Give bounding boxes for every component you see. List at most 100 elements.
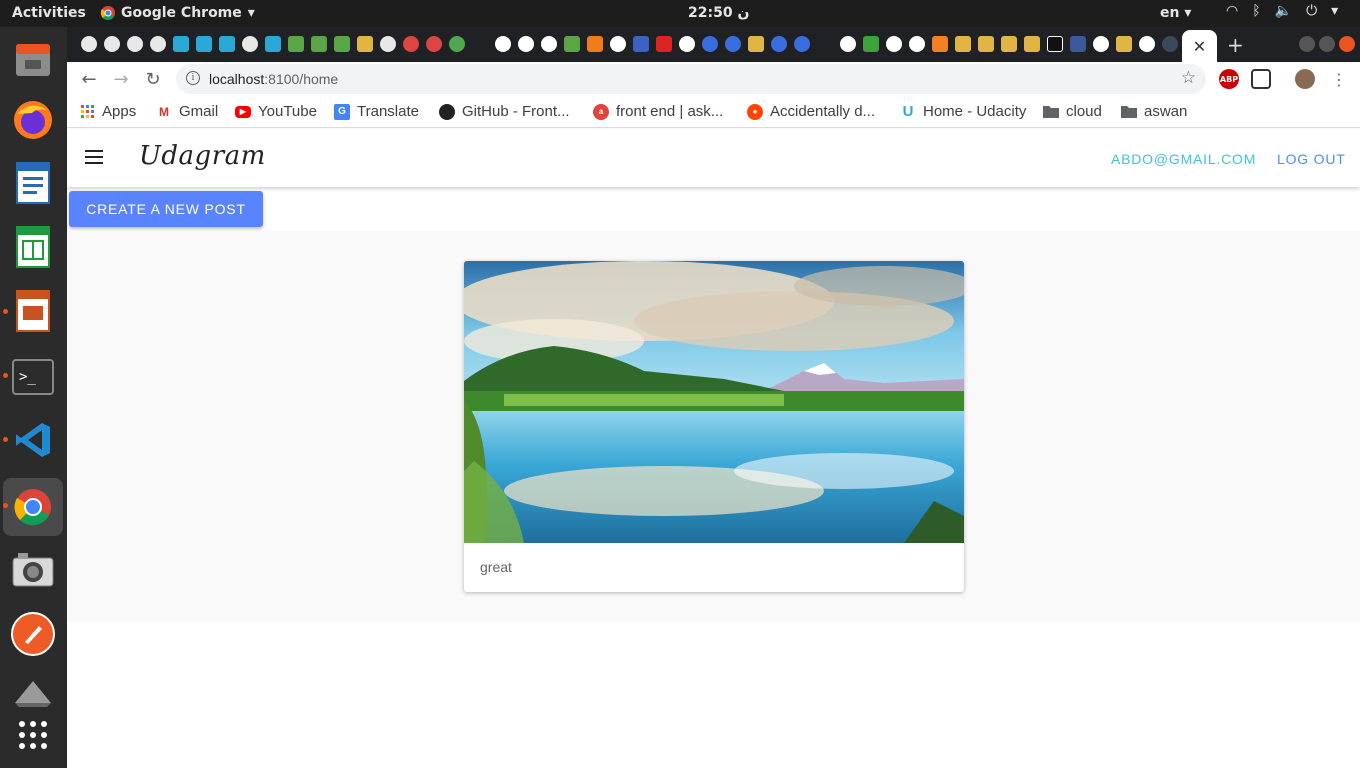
more-menu-icon[interactable]: ⋮ <box>1327 67 1351 91</box>
tab-favicon[interactable] <box>748 36 764 52</box>
tab-kubernetes-icon[interactable] <box>794 36 810 52</box>
tab-favicon[interactable] <box>449 36 465 52</box>
bookmark-gmail[interactable]: M Gmail <box>156 103 218 120</box>
create-post-button[interactable]: CREATE A NEW POST <box>69 191 263 227</box>
user-email-button[interactable]: ABDO@GMAIL.COM <box>1111 151 1256 167</box>
tab-github-icon[interactable] <box>150 36 166 52</box>
hamburger-menu-icon[interactable] <box>85 150 105 166</box>
tab-udacity-icon[interactable] <box>265 36 281 52</box>
minimize-icon[interactable] <box>1299 36 1315 52</box>
tab-favicon[interactable] <box>587 36 603 52</box>
impress-icon[interactable] <box>10 288 56 334</box>
profile-avatar[interactable] <box>1295 69 1315 89</box>
new-tab-button[interactable]: + <box>1227 33 1244 57</box>
tab-favicon[interactable] <box>1024 36 1040 52</box>
address-bar[interactable]: i localhost:8100/home ☆ <box>176 64 1206 94</box>
tab-google-icon[interactable] <box>840 36 856 52</box>
tab-favicon[interactable] <box>403 36 419 52</box>
tab-kubernetes-icon[interactable] <box>725 36 741 52</box>
tab-favicon[interactable] <box>357 36 373 52</box>
tab-github-icon[interactable] <box>242 36 258 52</box>
bookmark-folder-aswan[interactable]: aswan <box>1121 103 1187 120</box>
tab-github-icon[interactable] <box>104 36 120 52</box>
clock[interactable]: ن 22:50 <box>688 5 749 21</box>
tab-medium-icon[interactable] <box>1047 36 1063 52</box>
url-text: localhost:8100/home <box>209 71 339 87</box>
tab-stackoverflow-icon[interactable] <box>932 36 948 52</box>
tab-favicon[interactable] <box>288 36 304 52</box>
bookmark-github[interactable]: GitHub - Front... <box>439 103 570 120</box>
tab-favicon[interactable] <box>564 36 580 52</box>
activities-button[interactable]: Activities <box>12 5 86 21</box>
writer-icon[interactable] <box>10 160 56 206</box>
close-tab-icon[interactable]: ✕ <box>1193 37 1206 56</box>
tab-facebook-icon[interactable] <box>1070 36 1086 52</box>
logout-button[interactable]: LOG OUT <box>1277 151 1346 167</box>
bookmark-star-icon[interactable]: ☆ <box>1181 68 1196 88</box>
tab-google-icon[interactable] <box>541 36 557 52</box>
extension-icon[interactable] <box>1251 69 1271 89</box>
tab-google-icon[interactable] <box>1093 36 1109 52</box>
postman-icon[interactable] <box>10 611 56 657</box>
tab-favicon[interactable] <box>426 36 442 52</box>
tab-udacity-icon[interactable] <box>219 36 235 52</box>
tab-google-icon[interactable] <box>495 36 511 52</box>
tab-google-icon[interactable] <box>1139 36 1155 52</box>
tab-google-icon[interactable] <box>886 36 902 52</box>
tab-favicon[interactable] <box>978 36 994 52</box>
maximize-icon[interactable] <box>1319 36 1335 52</box>
chrome-icon[interactable] <box>3 478 63 536</box>
reddit-icon: ● <box>747 103 763 120</box>
udacity-icon: U <box>902 103 914 120</box>
tab-kubernetes-icon[interactable] <box>771 36 787 52</box>
bookmark-reddit[interactable]: ● Accidentally d... <box>747 103 875 120</box>
bookmark-askfm[interactable]: a front end | ask... <box>593 103 723 120</box>
tab-google-icon[interactable] <box>679 36 695 52</box>
bookmark-translate[interactable]: G Translate <box>334 103 419 120</box>
vscode-icon[interactable] <box>10 417 56 463</box>
folder-icon <box>1121 106 1137 118</box>
tab-favicon[interactable] <box>1162 36 1178 52</box>
bookmark-folder-cloud[interactable]: cloud <box>1043 103 1102 120</box>
close-window-icon[interactable] <box>1339 36 1355 52</box>
show-applications-icon[interactable] <box>10 712 56 758</box>
forward-icon[interactable]: → <box>109 67 133 91</box>
terminal-icon[interactable]: >_ <box>10 354 56 400</box>
firefox-icon[interactable] <box>10 97 56 143</box>
app-menu[interactable]: Google Chrome ▾ <box>101 5 255 21</box>
bookmark-udacity[interactable]: U Home - Udacity <box>900 103 1027 120</box>
back-icon[interactable]: ← <box>77 67 101 91</box>
tab-github-icon[interactable] <box>127 36 143 52</box>
tab-favicon[interactable] <box>955 36 971 52</box>
files-icon[interactable] <box>10 37 56 83</box>
tab-favicon[interactable] <box>863 36 879 52</box>
tab-kubernetes-icon[interactable] <box>702 36 718 52</box>
language-indicator[interactable]: en ▾ <box>1160 5 1191 21</box>
tab-github-icon[interactable] <box>81 36 97 52</box>
active-tab[interactable]: ✕ <box>1182 30 1217 62</box>
tab-google-icon[interactable] <box>909 36 925 52</box>
camera-icon[interactable] <box>10 547 56 593</box>
tab-udacity-icon[interactable] <box>196 36 212 52</box>
folder-icon <box>1043 106 1059 118</box>
tab-favicon[interactable] <box>633 36 649 52</box>
tab-favicon[interactable] <box>334 36 350 52</box>
bookmark-youtube[interactable]: ▶ YouTube <box>235 103 317 120</box>
tab-google-icon[interactable] <box>610 36 626 52</box>
info-icon[interactable]: i <box>186 71 200 85</box>
github-icon <box>439 103 455 120</box>
tab-favicon[interactable] <box>1116 36 1132 52</box>
tab-favicon[interactable] <box>1001 36 1017 52</box>
tab-udacity-icon[interactable] <box>173 36 189 52</box>
installer-icon[interactable] <box>10 671 56 717</box>
system-top-bar: Activities Google Chrome ▾ ن 22:50 en ▾ … <box>0 0 1360 27</box>
system-tray[interactable]: ◠ ᛒ 🔈 ⏻ ▾ <box>1226 3 1338 19</box>
tab-google-icon[interactable] <box>518 36 534 52</box>
bookmark-apps[interactable]: Apps <box>81 103 136 120</box>
calc-icon[interactable] <box>10 224 56 270</box>
tab-favicon[interactable] <box>656 36 672 52</box>
reload-icon[interactable]: ↻ <box>141 67 165 91</box>
tab-favicon[interactable] <box>311 36 327 52</box>
tab-github-icon[interactable] <box>380 36 396 52</box>
adblock-icon[interactable]: ABP <box>1219 69 1239 89</box>
